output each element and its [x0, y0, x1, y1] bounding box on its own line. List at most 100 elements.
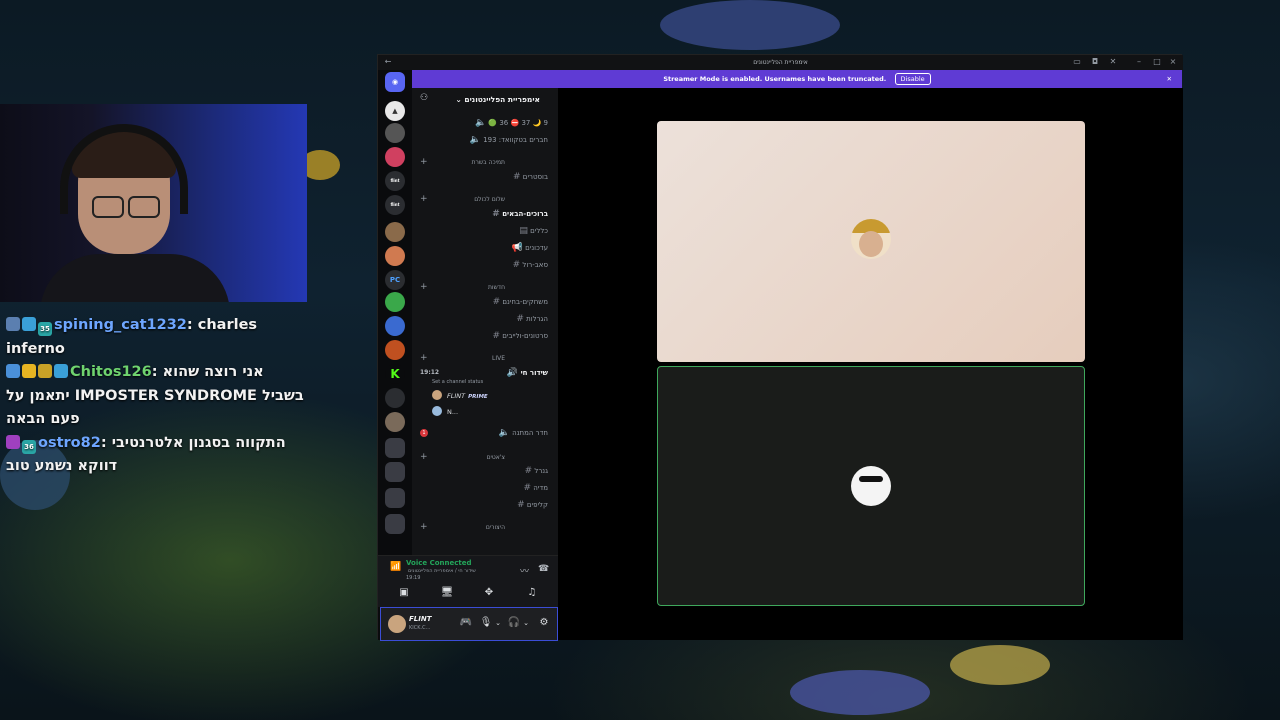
webcam-overlay [0, 104, 307, 302]
camera-icon[interactable]: ▣ [397, 586, 411, 600]
channel-item[interactable]: סרטונים-ולייבים # [488, 329, 548, 343]
close-window-icon[interactable]: × [1169, 58, 1177, 66]
noise-suppression-icon[interactable]: 〰 [520, 564, 529, 577]
voice-stage [558, 88, 1183, 640]
category-header[interactable]: צ'אטים + [420, 452, 550, 462]
channel-item[interactable]: כללים ▤ [516, 224, 548, 238]
participant-tile[interactable] [657, 121, 1085, 362]
server-icon[interactable] [385, 388, 405, 408]
voice-user[interactable]: FLINT PRIME [432, 390, 488, 402]
soundboard-icon[interactable]: ♫ [525, 586, 539, 600]
sword-badge-icon [6, 364, 20, 378]
disconnect-icon[interactable]: ☎ [538, 564, 549, 574]
add-channel-icon[interactable]: + [420, 353, 428, 363]
glasses [128, 196, 160, 218]
lock-icon[interactable]: ◘ [1091, 58, 1099, 66]
speaker-icon: 🔈 [474, 118, 487, 128]
discord-home-icon[interactable]: ◉ [385, 72, 405, 92]
chat-username[interactable]: Chitos126 [70, 364, 152, 380]
channel-status-text: Set a channel status [432, 379, 484, 385]
server-icon[interactable]: K [385, 364, 405, 384]
server-folder[interactable] [385, 462, 405, 482]
category-header[interactable]: חדשות + [420, 282, 550, 292]
add-channel-icon[interactable]: + [420, 452, 428, 462]
server-icon[interactable] [385, 412, 405, 432]
hash-icon: # [492, 331, 500, 341]
voice-user[interactable]: N... [432, 406, 458, 418]
participant-tile-speaking[interactable] [657, 366, 1085, 606]
category-label: תמיכה בשרת [471, 159, 505, 166]
heart-badge-icon [6, 434, 20, 449]
chat-username[interactable]: spining_cat1232 [54, 317, 187, 333]
speaker-icon: 🔈 [469, 135, 481, 145]
channel-item[interactable]: עדכונים 📢 [511, 241, 548, 255]
channel-item[interactable]: סאב-רול # [508, 258, 548, 272]
disable-button[interactable]: Disable [894, 73, 931, 85]
server-icon[interactable]: flint [385, 171, 405, 191]
channel-name: חדר המתנה [512, 429, 548, 437]
server-icon[interactable]: flint [385, 195, 405, 215]
inbox-icon[interactable]: ▭ [1073, 58, 1081, 66]
tools-icon[interactable]: ✕ [1109, 58, 1117, 66]
channel-status[interactable]: Set a channel status [432, 377, 483, 387]
game-controller-icon[interactable]: 🎮 [459, 616, 473, 630]
add-member-icon[interactable]: ⚇ [420, 93, 428, 103]
add-channel-icon[interactable]: + [420, 194, 428, 204]
server-icon[interactable] [385, 123, 405, 143]
activities-icon[interactable]: ✥ [482, 586, 496, 600]
close-icon[interactable]: ✕ [1167, 70, 1172, 88]
add-channel-icon[interactable]: + [420, 282, 428, 292]
server-folder[interactable] [385, 514, 405, 534]
server-icon[interactable] [385, 340, 405, 360]
category-label: צ'אטים [486, 454, 505, 461]
channel-item[interactable]: ברוכים-הבאים # [488, 207, 548, 221]
add-channel-icon[interactable]: + [420, 522, 428, 532]
server-icon[interactable] [385, 292, 405, 312]
add-channel-icon[interactable]: + [420, 157, 428, 167]
server-icon[interactable] [385, 222, 405, 242]
chevron-down-icon[interactable]: ⌄ [519, 616, 533, 630]
channel-item[interactable]: קליפים # [513, 498, 548, 512]
stream-chat: 35 spining_cat1232: charles inferno Chito… [6, 314, 306, 479]
avatar[interactable] [388, 615, 406, 633]
screen-share-icon[interactable]: 🖥 [440, 586, 454, 600]
maximize-icon[interactable]: □ [1153, 58, 1161, 66]
server-icon-active[interactable] [385, 246, 405, 266]
channel-item[interactable]: בוסטרים # [509, 170, 548, 184]
server-icon[interactable]: PC [385, 270, 405, 290]
chat-username[interactable]: ostro82 [38, 435, 101, 451]
avatar [432, 406, 442, 416]
server-name: אימפריית הפליינטונים [464, 95, 540, 104]
gear-icon[interactable]: ⚙ [537, 616, 551, 630]
user-name[interactable]: FLINT [409, 615, 431, 623]
voice-icon: 🔊 [506, 368, 519, 378]
category-header[interactable]: שלום לכולם + [420, 194, 550, 204]
server-name-header[interactable]: אימפריית הפליינטונים ⌄ ⚇ [412, 88, 558, 110]
notification-badge: 1 [420, 429, 428, 437]
chevron-down-icon[interactable]: ⌄ [491, 616, 505, 630]
channel-name: כללים [530, 227, 548, 235]
hash-icon: # [516, 314, 524, 324]
channel-item[interactable]: הגרלות # [512, 312, 548, 326]
channel-name: עדכונים [525, 244, 548, 252]
channel-item[interactable]: מדיה # [519, 481, 549, 495]
category-header[interactable]: היצורים + [420, 522, 550, 532]
server-icon[interactable] [385, 316, 405, 336]
voice-channel-path[interactable]: שידור חי / אימפריית הפליינטונים [408, 568, 476, 574]
coin-badge-icon [38, 364, 52, 378]
channel-name: קליפים [526, 501, 548, 509]
voice-channel[interactable]: חדר המתנה 🔈 1 [420, 426, 548, 440]
minimize-icon[interactable]: – [1135, 58, 1143, 66]
background-fish [950, 645, 1050, 685]
hash-icon: # [512, 260, 521, 270]
server-icon[interactable] [385, 147, 405, 167]
server-icon[interactable]: ▲ [385, 101, 405, 121]
server-folder[interactable] [385, 438, 405, 458]
category-label: חדשות [487, 284, 505, 291]
category-header[interactable]: תמיכה בשרת + [420, 157, 550, 167]
channel-item[interactable]: גנרל # [520, 464, 548, 478]
category-header[interactable]: LIVE + [420, 353, 550, 363]
voice-status[interactable]: Voice Connected [406, 559, 472, 567]
channel-item[interactable]: משחקים-בחינם # [488, 295, 548, 309]
server-folder[interactable] [385, 488, 405, 508]
